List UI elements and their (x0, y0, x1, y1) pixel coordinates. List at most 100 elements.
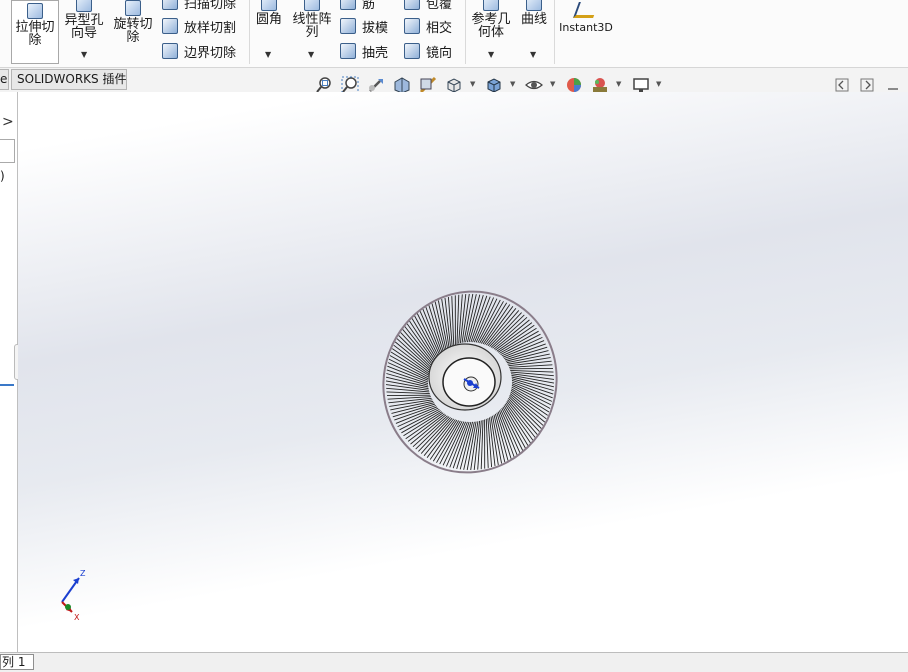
impeller-blade (423, 418, 455, 456)
revolve-cut-icon (125, 0, 141, 16)
impeller-blade (447, 296, 453, 346)
panel-selection-marker (0, 384, 14, 386)
panel-paren-text: ) (0, 169, 5, 183)
triad-x-label: X (74, 613, 80, 622)
revolve-cut-button[interactable]: 旋转切 除 (111, 0, 155, 64)
rib-icon (340, 0, 356, 10)
rib-label: 筋 (362, 0, 376, 12)
impeller-blade (509, 393, 546, 423)
bottom-tab[interactable]: 列 1 (0, 654, 34, 670)
swept-cut-label: 扫描切除 (184, 0, 237, 12)
intersect-button[interactable]: 相交 (404, 17, 453, 36)
impeller-blade (420, 417, 453, 454)
curves-dropdown-arrow[interactable]: ▼ (530, 50, 536, 59)
boundary-cut-icon (162, 43, 178, 59)
extrude-cut-label: 拉伸切 除 (15, 20, 55, 48)
impeller-blade (409, 320, 436, 361)
bottom-tab-label: 列 1 (2, 655, 26, 669)
impeller-blade (480, 419, 484, 470)
instant3d-label: Instant3D (559, 21, 613, 34)
swept-cut-button[interactable]: 扫描切除 (162, 0, 237, 12)
instant3d-icon (573, 2, 599, 18)
tab-solidworks-addins[interactable]: SOLIDWORKS 插件 (11, 69, 127, 90)
impeller-blade (458, 294, 463, 344)
wrap-button[interactable]: 包覆 (404, 0, 453, 12)
impeller-blade (451, 296, 455, 346)
tab-partial[interactable]: e (0, 69, 9, 90)
wrap-icon (404, 0, 420, 10)
draft-icon (340, 18, 356, 34)
hole-wizard-icon (76, 0, 92, 12)
graphics-viewport[interactable]: Z X (18, 92, 908, 652)
impeller-model[interactable] (18, 92, 908, 652)
impeller-blade (426, 419, 456, 458)
reference-geometry-icon (483, 0, 499, 11)
fillet-dropdown-arrow[interactable]: ▼ (265, 50, 271, 59)
impeller-blade (386, 369, 429, 385)
display-style-dropdown-arrow[interactable]: ▼ (510, 80, 515, 88)
impeller-blade (505, 402, 534, 441)
impeller-blade (508, 396, 542, 429)
apply-scene-dropdown-arrow[interactable]: ▼ (616, 80, 621, 88)
lofted-cut-label: 放样切割 (184, 20, 237, 36)
impeller-blade (504, 403, 531, 444)
impeller-blade (487, 418, 493, 468)
revolve-cut-label: 旋转切 除 (113, 17, 153, 45)
hole-wizard-label: 异型孔 向导 (64, 13, 104, 41)
draft-button[interactable]: 拔模 (340, 17, 388, 36)
hole-wizard-dropdown-arrow[interactable]: ▼ (81, 50, 87, 59)
impeller-blade (386, 387, 430, 393)
mirror-label: 镜向 (426, 45, 453, 61)
rib-button[interactable]: 筋 (340, 0, 376, 12)
tab-solidworks-addins-label: SOLIDWORKS 插件 (17, 72, 127, 86)
linear-pattern-label: 线性阵 列 (292, 12, 332, 40)
instant3d-button[interactable]: Instant3D (558, 2, 614, 42)
swept-cut-icon (162, 0, 178, 10)
impeller-blade (509, 394, 544, 426)
lofted-cut-icon (162, 18, 178, 34)
impeller-blade (398, 335, 432, 368)
impeller-blade (439, 421, 463, 465)
triad-z-label: Z (80, 569, 86, 578)
ribbon-separator (465, 0, 466, 64)
expand-chevron-icon[interactable]: > (2, 114, 14, 130)
shell-icon (340, 43, 356, 59)
boundary-cut-button[interactable]: 边界切除 (162, 42, 237, 61)
view-orientation-dropdown-arrow[interactable]: ▼ (470, 80, 475, 88)
feature-manager-panel: > ) (0, 92, 26, 652)
impeller-blade (456, 294, 460, 345)
impeller-blade (386, 391, 430, 395)
panel-field[interactable] (0, 139, 15, 163)
linear-pattern-dropdown-arrow[interactable]: ▼ (308, 50, 314, 59)
impeller-blade (396, 338, 431, 370)
impeller-blade (394, 341, 431, 371)
fillet-label: 圆角 (255, 12, 282, 27)
impeller-blade (477, 420, 482, 470)
curves-icon (526, 0, 542, 11)
impeller-blade (511, 379, 554, 395)
ribbon-separator (554, 0, 555, 64)
tab-partial-label: e (0, 72, 8, 86)
mirror-icon (404, 43, 420, 59)
shell-label: 抽壳 (362, 45, 389, 61)
intersect-icon (404, 18, 420, 34)
intersect-label: 相交 (426, 20, 453, 36)
wrap-label: 包覆 (426, 0, 453, 12)
impeller-blade (485, 308, 517, 346)
view-settings-dropdown-arrow[interactable]: ▼ (656, 80, 661, 88)
impeller-blade (477, 299, 501, 343)
linear-pattern-icon (304, 0, 320, 11)
reference-geometry-label: 参考几 何体 (471, 12, 511, 40)
hide-show-items-dropdown-arrow[interactable]: ▼ (550, 80, 555, 88)
impeller-blade (406, 323, 435, 362)
fillet-icon (261, 0, 277, 11)
extrude-cut-button[interactable]: 拉伸切 除 (11, 0, 59, 64)
shell-button[interactable]: 抽壳 (340, 42, 389, 61)
reference-geometry-dropdown-arrow[interactable]: ▼ (488, 50, 494, 59)
coordinate-triad: Z X (61, 569, 86, 622)
mirror-button[interactable]: 镜向 (404, 42, 453, 61)
boundary-cut-label: 边界切除 (184, 45, 237, 61)
lofted-cut-button[interactable]: 放样切割 (162, 17, 237, 36)
curves-label: 曲线 (520, 12, 547, 27)
impeller-blade (482, 304, 511, 345)
